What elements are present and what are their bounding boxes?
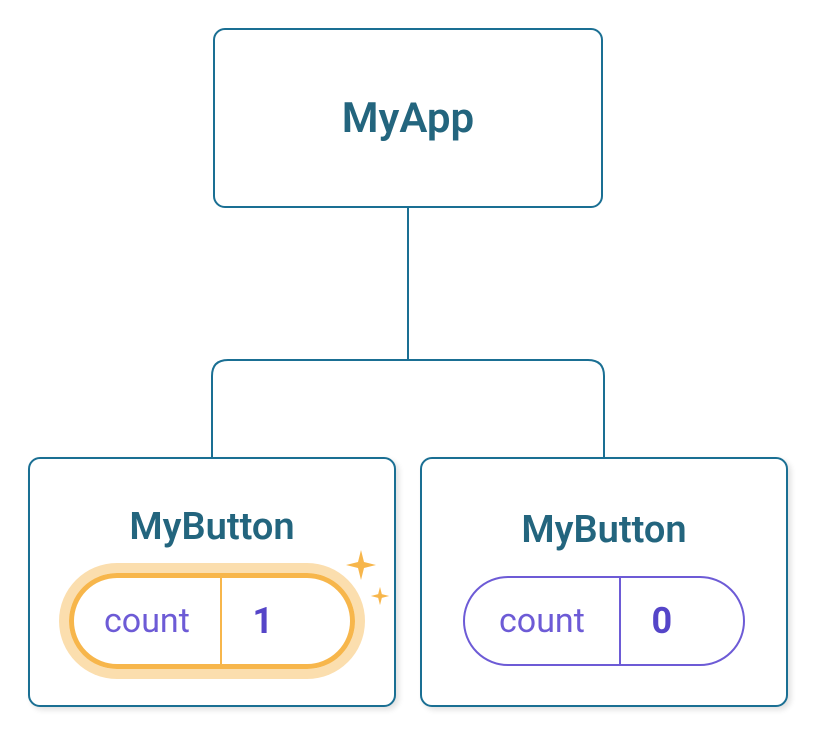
sparkle-icon <box>343 547 379 583</box>
state-pill-label: count <box>465 578 619 664</box>
component-tree-diagram: MyApp MyButton count 1 MyButton count 0 <box>0 0 814 734</box>
state-pill-value: 1 <box>220 578 304 664</box>
state-pill-value: 0 <box>619 578 703 664</box>
child-node-right-label: MyButton <box>521 508 686 552</box>
child-node-right: MyButton count 0 <box>420 457 788 707</box>
state-pill-highlighted: count 1 <box>69 573 355 669</box>
child-node-left-label: MyButton <box>129 505 294 549</box>
state-pill-label: count <box>74 578 220 664</box>
state-pill-highlighted-wrapper: count 1 <box>69 573 355 669</box>
state-pill: count 0 <box>463 576 745 666</box>
sparkle-icon <box>369 585 391 607</box>
root-node-label: MyApp <box>342 94 474 143</box>
root-node: MyApp <box>213 28 603 208</box>
child-node-left: MyButton count 1 <box>28 457 396 707</box>
